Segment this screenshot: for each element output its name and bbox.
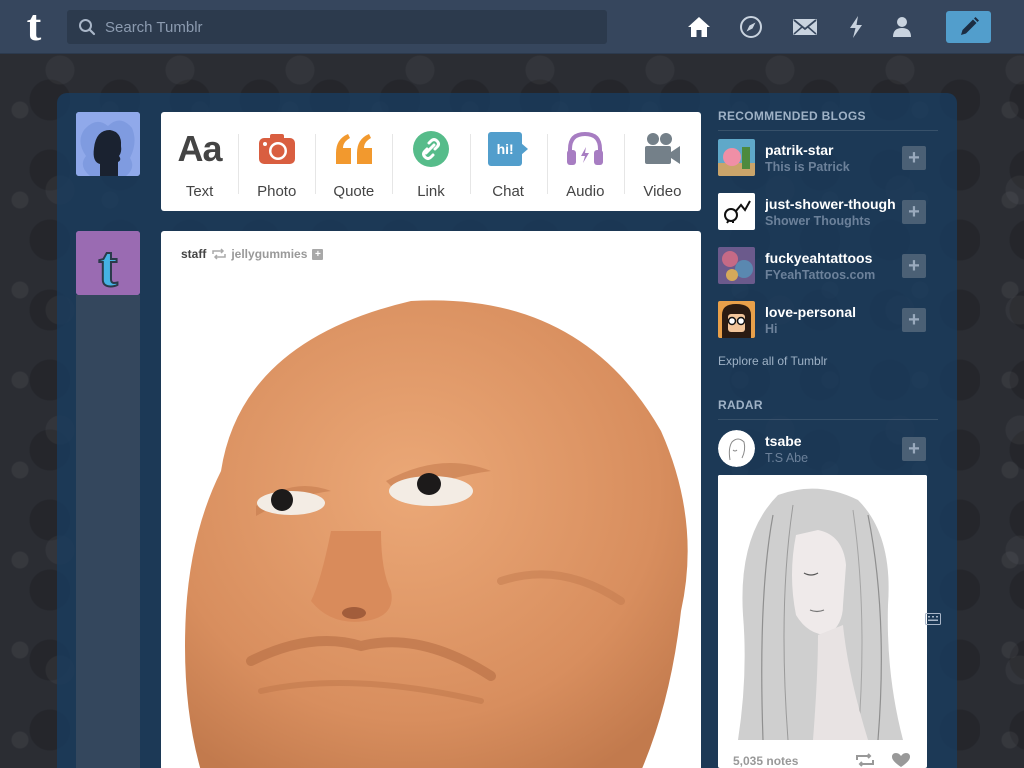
chat-icon: hi!: [488, 129, 529, 169]
reblog-icon[interactable]: [855, 753, 875, 767]
reblog-icon: [212, 248, 227, 260]
post-type-quote[interactable]: Quote: [315, 112, 392, 211]
keyboard-icon[interactable]: [925, 613, 941, 625]
follow-button[interactable]: +: [312, 248, 324, 260]
search-box[interactable]: [67, 10, 607, 44]
blog-avatar[interactable]: [718, 430, 755, 467]
post-type-video[interactable]: Video: [623, 112, 701, 211]
post-type-bar: Aa Text Photo Quote Link hi! Chat Audio …: [161, 112, 701, 211]
follow-blog-button[interactable]: +: [902, 254, 926, 278]
radar-photo[interactable]: [718, 475, 927, 741]
quote-icon: [334, 129, 374, 169]
user-avatar[interactable]: [76, 112, 140, 176]
mail-icon[interactable]: [792, 14, 818, 40]
post-type-audio[interactable]: Audio: [546, 112, 624, 211]
video-camera-icon: [642, 129, 682, 169]
follow-blog-button[interactable]: +: [902, 200, 926, 224]
account-icon[interactable]: [889, 14, 915, 40]
blog-name[interactable]: love-personal: [765, 304, 895, 320]
home-icon[interactable]: [686, 14, 712, 40]
dashboard-post: staff jellygummies +: [161, 231, 701, 768]
blog-name[interactable]: tsabe: [765, 433, 895, 449]
search-input[interactable]: [105, 10, 600, 44]
svg-text:t: t: [98, 234, 118, 295]
heart-icon[interactable]: [891, 752, 911, 768]
blog-title: FYeahTattoos.com: [765, 268, 876, 282]
blog-avatar[interactable]: [718, 139, 755, 176]
follow-blog-button[interactable]: +: [902, 146, 926, 170]
post-type-chat[interactable]: hi! Chat: [469, 112, 547, 211]
blog-avatar[interactable]: [718, 301, 755, 338]
follow-blog-button[interactable]: +: [902, 308, 926, 332]
post-type-link[interactable]: Link: [392, 112, 469, 211]
follow-blog-button[interactable]: +: [902, 437, 926, 461]
note-count[interactable]: 5,035 notes: [733, 754, 798, 768]
top-navigation-bar: t: [0, 0, 1024, 54]
blog-title: T.S Abe: [765, 451, 809, 465]
recommended-blogs-heading: RECOMMENDED BLOGS: [718, 109, 938, 131]
compose-post-button[interactable]: [946, 11, 991, 43]
blog-name[interactable]: fuckyeahtattoos: [765, 250, 895, 266]
blog-avatar[interactable]: [718, 247, 755, 284]
staff-blog-avatar[interactable]: t: [76, 231, 140, 295]
headphones-icon: [565, 129, 605, 169]
post-type-photo[interactable]: Photo: [238, 112, 315, 211]
recommended-blog-item[interactable]: love-personal Hi +: [718, 301, 938, 355]
recommended-blog-item[interactable]: patrik-star This is Patrick +: [718, 139, 938, 193]
blog-name[interactable]: just-shower-thoughts: [765, 196, 895, 212]
avatar-column-strip: [76, 295, 140, 768]
lightning-icon[interactable]: [843, 14, 869, 40]
pencil-icon: [960, 17, 979, 35]
post-author-link[interactable]: staff: [181, 247, 206, 261]
reblogged-from-link[interactable]: jellygummies: [231, 247, 307, 261]
blog-name[interactable]: patrik-star: [765, 142, 895, 158]
radar-heading: RADAR: [718, 398, 938, 420]
compass-icon[interactable]: [738, 14, 764, 40]
post-photo[interactable]: [161, 281, 701, 768]
blog-avatar[interactable]: [718, 193, 755, 230]
recommended-blog-item[interactable]: fuckyeahtattoos FYeahTattoos.com +: [718, 247, 938, 301]
blog-title: This is Patrick: [765, 160, 850, 174]
camera-icon: [257, 129, 297, 169]
blog-title: Shower Thoughts: [765, 214, 871, 228]
tumblr-logo[interactable]: t: [14, 4, 54, 48]
radar-post[interactable]: 5,035 notes: [718, 475, 927, 768]
explore-all-link[interactable]: Explore all of Tumblr: [718, 354, 827, 368]
recommended-blog-item[interactable]: just-shower-thoughts Shower Thoughts +: [718, 193, 938, 247]
blog-title: Hi: [765, 322, 778, 336]
search-icon: [79, 19, 96, 36]
link-icon: [411, 129, 451, 169]
text-icon: Aa: [177, 128, 223, 169]
post-header: staff jellygummies +: [181, 247, 324, 261]
post-type-text[interactable]: Aa Text: [161, 112, 238, 211]
